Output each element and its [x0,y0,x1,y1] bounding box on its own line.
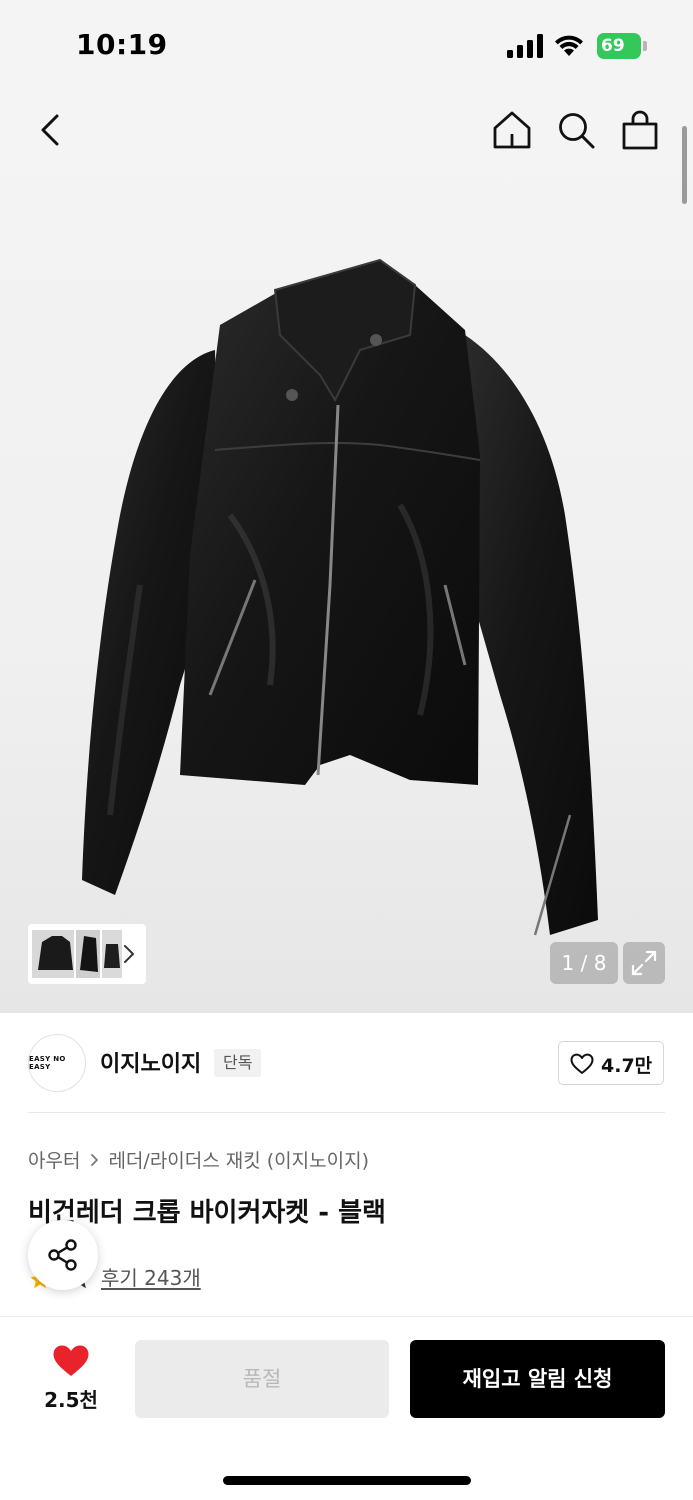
heart-filled-icon[interactable] [52,1344,90,1378]
exclusive-badge: 단독 [214,1049,262,1077]
search-icon[interactable] [554,108,598,152]
jacket-product-photo [82,258,598,936]
home-icon[interactable] [490,108,534,152]
back-chevron-icon[interactable] [30,108,70,152]
shopping-bag-icon[interactable] [618,108,662,152]
wish-count: 2.5천 [44,1388,98,1412]
soldout-button: 품절 [135,1340,389,1418]
battery-icon: 69 [597,33,647,59]
brand-logo[interactable]: EASY NO EASY [28,1034,86,1092]
brand-like-count: 4.7만 [601,1055,653,1077]
battery-cap [643,41,647,51]
heart-outline-icon [570,1053,594,1074]
expand-button[interactable] [623,942,665,984]
restock-alert-button[interactable]: 재입고 알림 신청 [410,1340,665,1418]
brand-logo-text: EASY NO EASY [29,1055,66,1071]
breadcrumb-chevron-icon [91,1153,99,1166]
status-bar: 10:19 69 [0,0,693,92]
breadcrumb-category-sub[interactable]: 레더/라이더스 재킷 (이지노이지) [108,1146,369,1173]
image-counter: 1 / 8 [550,942,618,984]
chevron-right-icon[interactable] [120,940,138,968]
breadcrumb: 아우터 레더/라이더스 재킷 (이지노이지) [28,1146,369,1173]
share-button[interactable] [28,1220,98,1290]
home-indicator[interactable] [223,1476,471,1485]
brand-name[interactable]: 이지노이지 [100,1046,201,1078]
expand-icon [631,950,657,976]
signal-icon [507,34,543,58]
product-title: 비건레더 크롭 바이커자켓 - 블랙 [28,1198,386,1228]
wifi-icon [555,35,583,56]
thumbnail-images [32,930,122,978]
divider [28,1112,665,1113]
share-icon [48,1239,77,1271]
brand-like-button[interactable]: 4.7만 [558,1041,664,1085]
status-time: 10:19 [76,28,168,61]
review-count-link[interactable]: 후기 243개 [101,1262,201,1291]
battery-level: 69 [597,33,641,59]
breadcrumb-category-main[interactable]: 아우터 [28,1146,80,1173]
scroll-indicator[interactable] [682,126,687,204]
